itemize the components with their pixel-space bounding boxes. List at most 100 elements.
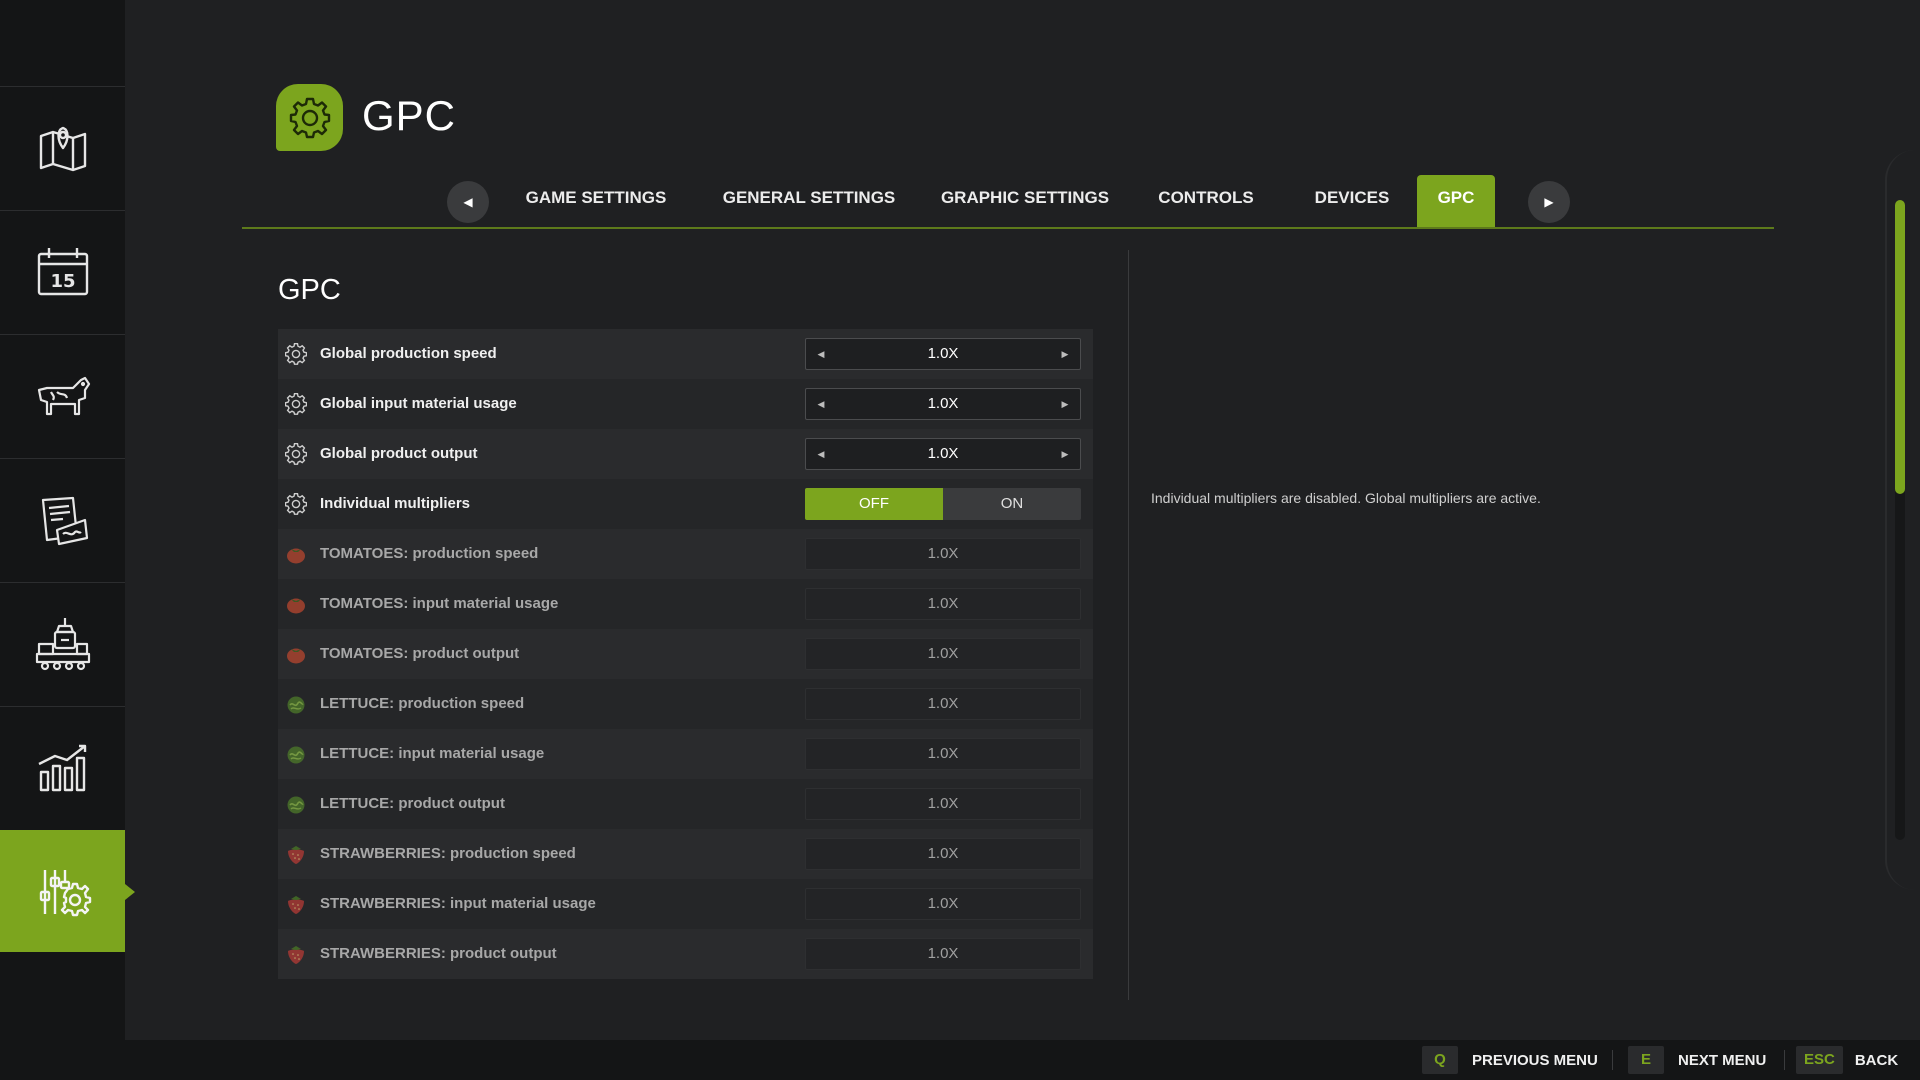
gear-icon bbox=[289, 97, 330, 138]
calendar-icon: 15 bbox=[37, 247, 88, 295]
individual-multipliers-toggle[interactable]: OFF ON bbox=[805, 488, 1081, 520]
tab-next-button[interactable]: ▶ bbox=[1528, 181, 1570, 223]
decrease-arrow-icon[interactable]: ◀ bbox=[806, 389, 836, 419]
tab-devices[interactable]: DEVICES bbox=[1302, 175, 1402, 227]
setting-row-individual-multipliers[interactable]: Individual multipliers OFF ON bbox=[278, 479, 1093, 529]
setting-label: STRAWBERRIES: product output bbox=[320, 945, 557, 962]
page-title: GPC bbox=[362, 92, 457, 139]
production-icon bbox=[35, 617, 90, 670]
setting-row-global-production-speed[interactable]: Global production speed ◀ 1.0X ▶ bbox=[278, 329, 1093, 379]
strawberry-icon bbox=[285, 843, 307, 865]
tab-general-settings[interactable]: GENERAL SETTINGS bbox=[714, 175, 904, 227]
tab-game-settings[interactable]: GAME SETTINGS bbox=[510, 175, 682, 227]
tab-bar: ◀ GAME SETTINGS GENERAL SETTINGS GRAPHIC… bbox=[242, 175, 1774, 229]
increase-arrow-icon[interactable]: ▶ bbox=[1050, 439, 1080, 469]
sidebar-item-statistics[interactable] bbox=[0, 706, 125, 828]
gear-icon bbox=[285, 443, 307, 465]
gear-icon bbox=[285, 493, 307, 515]
setting-label: TOMATOES: input material usage bbox=[320, 595, 559, 612]
sidebar-item-animals[interactable] bbox=[0, 334, 125, 456]
setting-label: TOMATOES: product output bbox=[320, 645, 520, 662]
scrollbar-thumb[interactable] bbox=[1895, 200, 1905, 495]
strawberry-icon bbox=[285, 893, 307, 915]
stepper-value: 1.0X bbox=[927, 695, 959, 712]
value-stepper: 1.0X bbox=[805, 738, 1081, 770]
statistics-icon bbox=[37, 744, 86, 791]
info-description: Individual multipliers are disabled. Glo… bbox=[1151, 490, 1541, 506]
setting-label: LETTUCE: production speed bbox=[320, 695, 525, 712]
tab-graphic-settings[interactable]: GRAPHIC SETTINGS bbox=[934, 175, 1116, 227]
sidebar-item-contracts[interactable] bbox=[0, 458, 125, 580]
back-hint[interactable]: ESC BACK bbox=[1796, 1046, 1898, 1074]
decrease-arrow-icon[interactable]: ◀ bbox=[806, 439, 836, 469]
previous-menu-label: PREVIOUS MENU bbox=[1472, 1051, 1598, 1069]
setting-row-global-product-output[interactable]: Global product output ◀ 1.0X ▶ bbox=[278, 429, 1093, 479]
value-stepper: 1.0X bbox=[805, 888, 1081, 920]
tomato-icon bbox=[285, 543, 307, 565]
value-stepper: 1.0X bbox=[805, 638, 1081, 670]
scrollbar[interactable] bbox=[1895, 200, 1905, 840]
stepper-value: 1.0X bbox=[927, 645, 959, 662]
cow-icon bbox=[37, 376, 90, 415]
setting-row-global-input-material-usage[interactable]: Global input material usage ◀ 1.0X ▶ bbox=[278, 379, 1093, 429]
sidebar-item-settings[interactable] bbox=[0, 830, 135, 952]
vertical-divider bbox=[1128, 250, 1129, 1000]
next-menu-label: NEXT MENU bbox=[1678, 1051, 1767, 1069]
stepper-value: 1.0X bbox=[927, 395, 959, 412]
stepper-value: 1.0X bbox=[927, 595, 959, 612]
stepper-value: 1.0X bbox=[927, 795, 959, 812]
value-stepper: 1.0X bbox=[805, 588, 1081, 620]
decrease-arrow-icon[interactable]: ◀ bbox=[806, 339, 836, 369]
section-title: GPC bbox=[278, 274, 341, 306]
setting-row-strawberries-input-material-usage: STRAWBERRIES: input material usage 1.0X bbox=[278, 879, 1093, 929]
increase-arrow-icon[interactable]: ▶ bbox=[1050, 389, 1080, 419]
setting-label: STRAWBERRIES: production speed bbox=[320, 845, 576, 862]
gear-icon bbox=[285, 393, 307, 415]
sidebar-item-map[interactable] bbox=[0, 86, 125, 208]
setting-label: Global product output bbox=[320, 445, 478, 462]
toggle-off-option[interactable]: OFF bbox=[805, 488, 943, 520]
tomato-icon bbox=[285, 643, 307, 665]
stepper-value: 1.0X bbox=[927, 945, 959, 962]
separator bbox=[1784, 1050, 1785, 1070]
gear-icon bbox=[285, 343, 307, 365]
lettuce-icon bbox=[285, 743, 307, 765]
contracts-icon bbox=[41, 496, 88, 545]
toggle-on-option[interactable]: ON bbox=[943, 488, 1081, 520]
value-stepper: 1.0X bbox=[805, 838, 1081, 870]
previous-menu-hint[interactable]: Q PREVIOUS MENU bbox=[1422, 1046, 1598, 1074]
setting-label: Global production speed bbox=[320, 345, 497, 362]
setting-label: TOMATOES: production speed bbox=[320, 545, 539, 562]
setting-row-tomatoes-input-material-usage: TOMATOES: input material usage 1.0X bbox=[278, 579, 1093, 629]
key-q: Q bbox=[1422, 1046, 1458, 1074]
setting-label: Global input material usage bbox=[320, 395, 517, 412]
sidebar-item-calendar[interactable]: 15 bbox=[0, 210, 125, 332]
key-esc: ESC bbox=[1796, 1046, 1843, 1074]
setting-label: LETTUCE: product output bbox=[320, 795, 505, 812]
tab-gpc[interactable]: GPC bbox=[1417, 175, 1495, 227]
value-stepper: 1.0X bbox=[805, 788, 1081, 820]
separator bbox=[1612, 1050, 1613, 1070]
setting-row-tomatoes-production-speed: TOMATOES: production speed 1.0X bbox=[278, 529, 1093, 579]
chevron-left-icon: ◀ bbox=[463, 195, 473, 209]
value-stepper[interactable]: ◀ 1.0X ▶ bbox=[805, 388, 1081, 420]
setting-label: LETTUCE: input material usage bbox=[320, 745, 545, 762]
svg-text:15: 15 bbox=[50, 271, 75, 292]
sidebar-item-production[interactable] bbox=[0, 582, 125, 704]
stepper-value: 1.0X bbox=[927, 445, 959, 462]
setting-row-strawberries-product-output: STRAWBERRIES: product output 1.0X bbox=[278, 929, 1093, 979]
tab-controls[interactable]: CONTROLS bbox=[1148, 175, 1264, 227]
value-stepper[interactable]: ◀ 1.0X ▶ bbox=[805, 338, 1081, 370]
setting-row-strawberries-production-speed: STRAWBERRIES: production speed 1.0X bbox=[278, 829, 1093, 879]
setting-row-lettuce-production-speed: LETTUCE: production speed 1.0X bbox=[278, 679, 1093, 729]
next-menu-hint[interactable]: E NEXT MENU bbox=[1628, 1046, 1766, 1074]
lettuce-icon bbox=[285, 693, 307, 715]
value-stepper[interactable]: ◀ 1.0X ▶ bbox=[805, 438, 1081, 470]
tomato-icon bbox=[285, 593, 307, 615]
increase-arrow-icon[interactable]: ▶ bbox=[1050, 339, 1080, 369]
sidebar: 15 bbox=[0, 0, 135, 1040]
value-stepper: 1.0X bbox=[805, 538, 1081, 570]
stepper-value: 1.0X bbox=[927, 745, 959, 762]
stepper-value: 1.0X bbox=[927, 845, 959, 862]
tab-prev-button[interactable]: ◀ bbox=[447, 181, 489, 223]
